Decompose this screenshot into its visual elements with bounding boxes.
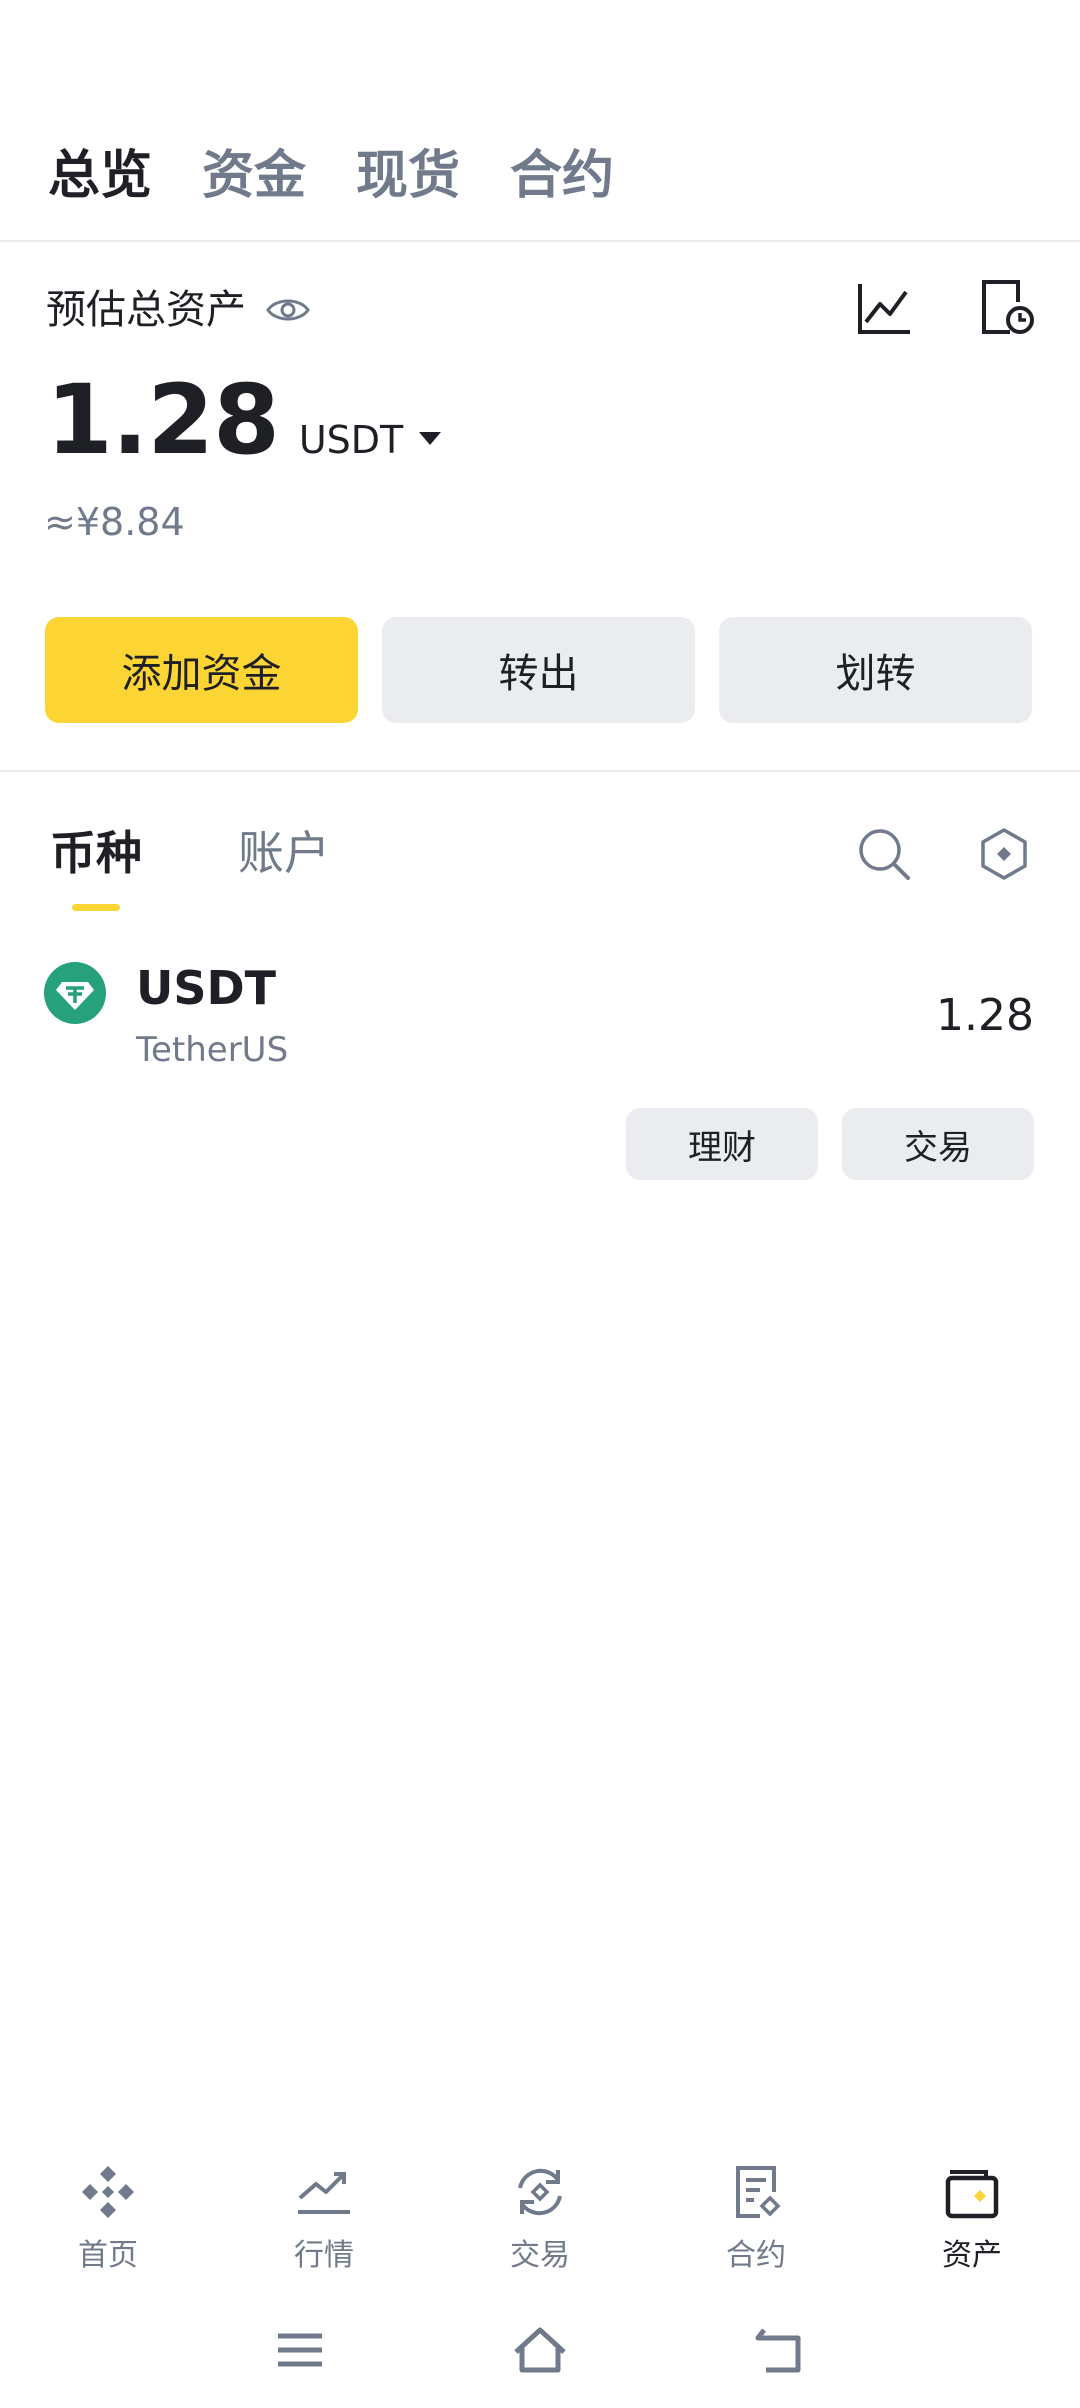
coin-actions: 理财 交易 xyxy=(626,1108,1034,1180)
coin-amount: 1.28 xyxy=(936,990,1034,1041)
nav-futures-label: 合约 xyxy=(726,2238,786,2273)
trade-exchange-icon xyxy=(518,2168,562,2216)
binance-logo-icon xyxy=(82,2166,134,2218)
nav-trade[interactable]: 交易 xyxy=(432,2162,648,2274)
market-chart-icon xyxy=(298,2172,350,2214)
nav-markets[interactable]: 行情 xyxy=(216,2162,432,2274)
nav-assets-label: 资产 xyxy=(942,2238,1002,2273)
back-icon[interactable] xyxy=(750,2322,810,2378)
tab-spot[interactable]: 现货 xyxy=(356,140,460,212)
tab-funding[interactable]: 资金 xyxy=(202,140,306,212)
tether-logo-icon xyxy=(44,962,106,1024)
tab-overview[interactable]: 总览 xyxy=(48,140,152,212)
top-divider xyxy=(0,240,1080,242)
nav-markets-label: 行情 xyxy=(294,2238,354,2273)
futures-doc-icon xyxy=(736,2166,781,2218)
home-icon[interactable] xyxy=(510,2322,570,2378)
transfer-button[interactable]: 划转 xyxy=(719,617,1032,723)
bottom-nav: 首页 行情 交易 合约 资产 xyxy=(0,2162,1080,2274)
coin-full-name: TetherUS xyxy=(136,1030,289,1070)
top-tab-bar: 总览 资金 现货 合约 xyxy=(48,140,614,212)
caret-down-icon[interactable] xyxy=(419,432,442,445)
history-icon[interactable] xyxy=(976,278,1036,338)
search-icon[interactable] xyxy=(856,826,912,882)
cny-equivalent: ≈¥8.84 xyxy=(44,500,185,544)
estimated-assets-label: 预估总资产 xyxy=(46,282,310,338)
balance-row: 1.28 USDT xyxy=(46,364,442,476)
nav-assets[interactable]: 资产 xyxy=(864,2162,1080,2274)
section-divider xyxy=(0,770,1080,772)
trade-button[interactable]: 交易 xyxy=(842,1108,1034,1180)
tab-futures[interactable]: 合约 xyxy=(510,140,614,212)
section-tab-bar: 币种 账户 xyxy=(50,820,330,911)
tab-accounts[interactable]: 账户 xyxy=(238,820,330,886)
tab-coins[interactable]: 币种 xyxy=(50,820,142,911)
estimated-assets-text: 预估总资产 xyxy=(46,287,246,333)
recent-apps-icon[interactable] xyxy=(270,2322,330,2378)
nav-home-label: 首页 xyxy=(78,2238,138,2273)
add-funds-button[interactable]: 添加资金 xyxy=(45,617,358,723)
chart-icon[interactable] xyxy=(854,278,914,338)
nav-home[interactable]: 首页 xyxy=(0,2162,216,2274)
total-balance: 1.28 xyxy=(46,364,280,476)
wallet-icon xyxy=(945,2170,999,2219)
nav-trade-label: 交易 xyxy=(510,2238,570,2273)
eye-icon[interactable] xyxy=(266,295,310,325)
settings-hex-icon[interactable] xyxy=(976,826,1032,882)
earn-button[interactable]: 理财 xyxy=(626,1108,818,1180)
coin-symbol[interactable]: USDT xyxy=(136,958,276,1018)
withdraw-button[interactable]: 转出 xyxy=(382,617,695,723)
action-buttons: 添加资金 转出 划转 xyxy=(45,617,1032,723)
nav-futures[interactable]: 合约 xyxy=(648,2162,864,2274)
balance-unit-selector[interactable]: USDT xyxy=(299,418,403,462)
